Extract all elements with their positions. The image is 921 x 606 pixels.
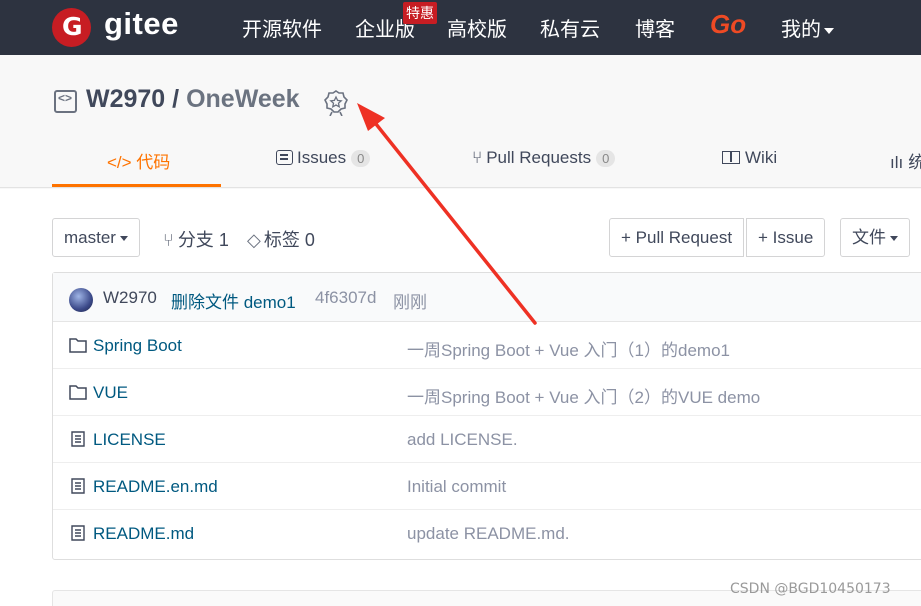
tab-wiki-label: Wiki [745,148,778,167]
pull-request-icon: ⑂ [472,148,483,167]
new-issue-button[interactable]: + Issue [746,218,826,257]
award-icon[interactable] [324,90,348,116]
commit-time: 刚刚 [393,293,427,312]
chevron-down-icon [890,236,898,242]
file-name-link[interactable]: VUE [93,383,128,403]
issues-icon [276,150,293,165]
repo-separator: / [172,85,180,113]
file-commit-message[interactable]: update README.md. [407,524,570,544]
folder-icon [69,385,87,400]
project-header: W2970 / OneWeek </> 代码 Issues0 ⑂Pull Req… [0,55,921,188]
branch-select-label: master [64,228,116,247]
gitee-logo-icon[interactable]: G [52,8,91,47]
tab-pull-requests[interactable]: ⑂ Pull Requests 0 [472,148,616,168]
avatar[interactable] [69,288,93,312]
tags-label: 标签 0 [263,230,315,250]
folder-icon [69,338,87,353]
tab-stats-label: 统 [908,153,921,172]
caret-down-icon [824,27,834,34]
commit-sha[interactable]: 4f6307d [315,288,376,308]
nav-university[interactable]: 高校版 [447,13,507,42]
table-row[interactable]: Spring Boot 一周Spring Boot + Vue 入门（1）的de… [53,322,921,369]
files-menu-label: 文件 [852,228,886,247]
tab-wiki[interactable]: Wiki [722,148,777,168]
branch-icon: ⑂ [163,230,174,250]
file-commit-message[interactable]: Initial commit [407,477,506,497]
tab-issues[interactable]: Issues 0 [276,148,371,168]
nav-private-cloud[interactable]: 私有云 [540,13,600,42]
book-icon [722,151,740,164]
chevron-down-icon [119,236,128,242]
tab-code[interactable]: </> 代码 [107,148,170,173]
repo-title: W2970 / OneWeek [86,85,300,114]
issues-count-badge: 0 [351,150,371,168]
pr-count-badge: 0 [596,150,616,168]
latest-commit-bar: W2970 删除文件 demo1 4f6307d 刚刚 [53,273,921,322]
repo-owner-link[interactable]: W2970 [86,85,165,113]
tab-pr-label: Pull Requests [486,148,592,167]
branches-label: 分支 1 [177,230,229,250]
nav-go[interactable]: Go [710,9,746,40]
csdn-watermark: CSDN @BGD10450173 [730,581,891,597]
file-text-icon [71,431,85,447]
table-row[interactable]: README.md update README.md. [53,510,921,557]
file-name-link[interactable]: Spring Boot [93,336,182,356]
nav-mine-label: 我的 [781,19,821,41]
tab-stats[interactable]: ılı 统 [890,148,921,173]
branches-link[interactable]: ⑂ 分支 1 [163,226,229,252]
file-text-icon [71,525,85,541]
file-text-icon [71,478,85,494]
file-commit-message[interactable]: 一周Spring Boot + Vue 入门（2）的VUE demo [407,383,760,408]
tags-link[interactable]: ◇ 标签 0 [247,226,315,252]
file-name-link[interactable]: README.md [93,524,194,544]
nav-blog[interactable]: 博客 [635,13,675,42]
repo-code-icon [54,90,77,113]
tab-issues-label: Issues [297,148,347,167]
branch-select[interactable]: master [52,218,140,257]
file-list: W2970 删除文件 demo1 4f6307d 刚刚 Spring Boot … [52,272,921,560]
file-commit-message[interactable]: 一周Spring Boot + Vue 入门（1）的demo1 [407,336,730,361]
top-navbar: G gitee 开源软件 企业版 特惠 高校版 私有云 博客 Go 我的 [0,0,921,55]
table-row[interactable]: LICENSE add LICENSE. [53,416,921,463]
file-commit-message[interactable]: add LICENSE. [407,430,518,450]
files-menu-button[interactable]: 文件 [840,218,910,257]
logo-text[interactable]: gitee [104,6,179,42]
commit-message[interactable]: 删除文件 demo1 [171,288,296,313]
nav-mine-menu[interactable]: 我的 [781,13,834,42]
file-name-link[interactable]: LICENSE [93,430,166,450]
logo-letter: G [62,12,83,41]
hot-badge: 特惠 [403,2,437,24]
tab-code-label: </> 代码 [107,153,171,172]
tag-icon: ◇ [247,230,261,250]
file-name-link[interactable]: README.en.md [93,477,218,497]
active-tab-indicator [52,184,221,187]
table-row[interactable]: VUE 一周Spring Boot + Vue 入门（2）的VUE demo [53,369,921,416]
commit-author[interactable]: W2970 [103,288,157,308]
table-row[interactable]: README.en.md Initial commit [53,463,921,510]
repo-name-link[interactable]: OneWeek [186,85,299,113]
nav-open-source[interactable]: 开源软件 [242,13,322,42]
stats-icon: ılı [890,153,904,172]
new-pull-request-button[interactable]: + Pull Request [609,218,745,257]
